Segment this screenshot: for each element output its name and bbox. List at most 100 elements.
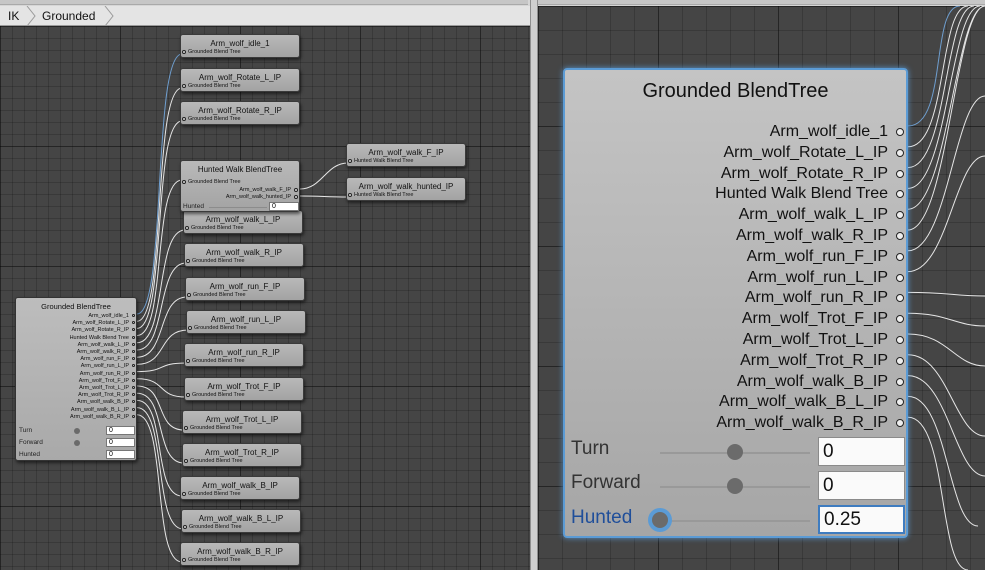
node-title: Grounded BlendTree — [41, 302, 111, 311]
clip-node[interactable]: Arm_wolf_Trot_F_IP Grounded Blend Tree — [184, 377, 304, 401]
output-port[interactable] — [896, 419, 904, 428]
clip-node[interactable]: Arm_wolf_Trot_L_IP Grounded Blend Tree — [182, 410, 302, 434]
output-port[interactable] — [132, 357, 135, 361]
output-port[interactable] — [896, 211, 904, 220]
breadcrumb-item-ik[interactable]: IK — [0, 6, 28, 26]
output-port[interactable] — [132, 335, 135, 339]
clip-node[interactable]: Arm_wolf_run_F_IP Grounded Blend Tree — [185, 277, 305, 301]
grounded-blendtree-node[interactable]: Grounded BlendTree Arm_wolf_idle_1 Arm_wo… — [15, 297, 137, 461]
input-port[interactable] — [183, 525, 187, 529]
node-title: Arm_wolf_Rotate_R_IP — [198, 106, 282, 115]
node-title: Arm_wolf_Trot_R_IP — [205, 448, 279, 457]
input-port[interactable] — [186, 359, 190, 363]
output-port[interactable] — [132, 328, 135, 332]
output-port[interactable] — [896, 377, 904, 386]
node-subtitle: Grounded Blend Tree — [190, 458, 243, 464]
param-field-forward[interactable]: 0 — [818, 471, 905, 500]
breadcrumb-item-grounded[interactable]: Grounded — [34, 6, 104, 26]
output-port[interactable] — [132, 414, 135, 418]
input-port[interactable] — [185, 226, 189, 230]
param-slider-track[interactable] — [209, 207, 267, 208]
output-port[interactable] — [294, 195, 298, 199]
param-field-turn[interactable]: 0 — [106, 426, 135, 435]
output-port[interactable] — [132, 400, 135, 404]
node-title: Arm_wolf_walk_hunted_IP — [358, 182, 454, 191]
clip-node[interactable]: Arm_wolf_walk_B_L_IP Grounded Blend Tree — [181, 509, 301, 533]
param-field-hunted[interactable]: 0.25 — [818, 505, 905, 534]
output-row: Arm_wolf_walk_B_IP — [736, 372, 888, 390]
output-port[interactable] — [132, 371, 135, 375]
node-subtitle: Grounded Blend Tree — [188, 179, 241, 185]
output-port[interactable] — [896, 398, 904, 407]
param-field-forward[interactable]: 0 — [106, 438, 135, 447]
output-row: Arm_wolf_run_F_IP — [746, 247, 888, 265]
input-port[interactable] — [184, 459, 188, 463]
output-port[interactable] — [896, 169, 904, 178]
output-row: Arm_wolf_walk_F_IP — [239, 187, 291, 193]
panel-divider[interactable] — [530, 0, 538, 570]
input-port[interactable] — [348, 159, 352, 163]
clip-node[interactable]: Arm_wolf_run_R_IP Grounded Blend Tree — [184, 343, 304, 367]
output-port[interactable] — [132, 321, 135, 325]
clip-node[interactable]: Arm_wolf_walk_B_IP Grounded Blend Tree — [180, 476, 300, 500]
output-port[interactable] — [132, 364, 135, 368]
turn-slider-knob[interactable] — [727, 444, 743, 460]
output-port[interactable] — [896, 336, 904, 344]
output-port[interactable] — [896, 148, 904, 157]
param-field-hunted[interactable]: 0 — [269, 202, 299, 211]
walk-hunted-node[interactable]: Arm_wolf_walk_hunted_IP Hunted Walk Blen… — [346, 177, 466, 201]
output-port[interactable] — [132, 386, 135, 389]
hunted-slider-knob[interactable] — [652, 512, 668, 528]
clip-node[interactable]: Arm_wolf_Rotate_R_IP Grounded Blend Tree — [180, 101, 300, 125]
input-port[interactable] — [182, 180, 186, 184]
connection-wire — [299, 195, 349, 198]
output-port[interactable] — [132, 350, 135, 353]
forward-slider-knob[interactable] — [727, 478, 743, 494]
node-subtitle: Grounded Blend Tree — [188, 491, 241, 497]
input-port[interactable] — [182, 558, 186, 562]
clip-node[interactable]: Arm_wolf_Rotate_L_IP Grounded Blend Tree — [180, 68, 300, 92]
output-port[interactable] — [294, 188, 298, 192]
left-graph-canvas[interactable]: Arm_wolf_idle_1 Grounded Blend Tree Arm_wo… — [0, 26, 530, 570]
forward-slider-knob[interactable] — [74, 440, 80, 446]
hunted-slider-track[interactable] — [660, 520, 810, 522]
output-port[interactable] — [896, 294, 904, 303]
param-field-turn[interactable]: 0 — [818, 437, 905, 466]
clip-node[interactable]: Arm_wolf_run_L_IP Grounded Blend Tree — [186, 310, 306, 334]
node-title: Arm_wolf_walk_R_IP — [205, 248, 283, 257]
clip-node[interactable]: Arm_wolf_walk_B_R_IP Grounded Blend Tree — [180, 542, 300, 566]
output-port[interactable] — [132, 314, 135, 317]
input-port[interactable] — [186, 259, 190, 263]
output-port[interactable] — [132, 342, 135, 346]
output-port[interactable] — [896, 315, 904, 324]
turn-slider-knob[interactable] — [74, 428, 80, 434]
output-port[interactable] — [132, 393, 135, 397]
input-port[interactable] — [348, 193, 352, 197]
input-port[interactable] — [187, 293, 191, 297]
output-port[interactable] — [896, 190, 904, 199]
input-port[interactable] — [182, 117, 186, 121]
clip-node[interactable]: Arm_wolf_Trot_R_IP Grounded Blend Tree — [182, 443, 302, 467]
clip-node[interactable]: Arm_wolf_walk_L_IP Grounded Blend Tree — [183, 210, 303, 234]
clip-node[interactable]: Arm_wolf_idle_1 Grounded Blend Tree — [180, 34, 300, 58]
output-port[interactable] — [896, 273, 904, 282]
output-row: Hunted Walk Blend Tree — [69, 334, 129, 341]
grounded-blendtree-node-zoomed[interactable]: Grounded BlendTree Arm_wolf_idle_1 Arm_wo… — [563, 68, 908, 538]
output-port[interactable] — [896, 232, 904, 240]
input-port[interactable] — [188, 326, 192, 330]
output-port[interactable] — [132, 378, 135, 382]
hunted-walk-blendtree-node[interactable]: Hunted Walk BlendTree Grounded Blend Tre… — [180, 160, 300, 212]
input-port[interactable] — [182, 84, 186, 88]
param-field-hunted[interactable]: 0 — [106, 450, 135, 459]
input-port[interactable] — [184, 426, 188, 430]
input-port[interactable] — [182, 50, 186, 54]
clip-node[interactable]: Arm_wolf_walk_R_IP Grounded Blend Tree — [184, 243, 304, 267]
input-port[interactable] — [182, 492, 186, 496]
walk-f-node[interactable]: Arm_wolf_walk_F_IP Hunted Walk Blend Tre… — [346, 143, 466, 167]
output-port[interactable] — [896, 128, 904, 136]
output-port[interactable] — [132, 407, 135, 411]
output-row: Arm_wolf_run_L_IP — [80, 363, 129, 370]
output-port[interactable] — [896, 252, 904, 261]
output-port[interactable] — [896, 356, 904, 365]
input-port[interactable] — [186, 393, 190, 397]
